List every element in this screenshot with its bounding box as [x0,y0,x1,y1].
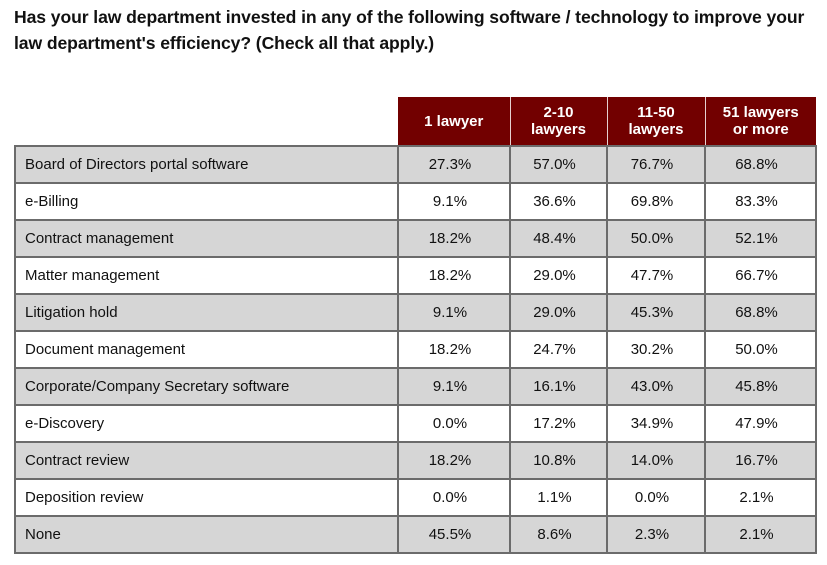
table-row: Deposition review 0.0% 1.1% 0.0% 2.1% [14,478,817,517]
cell-value: 43.0% [606,367,706,406]
chart-title: Has your law department invested in any … [14,7,805,53]
table-row: Matter management 18.2% 29.0% 47.7% 66.7% [14,256,817,295]
cell-value: 30.2% [606,330,706,369]
cell-value: 18.2% [397,256,511,295]
row-label: Litigation hold [14,293,399,332]
table-row: Litigation hold 9.1% 29.0% 45.3% 68.8% [14,293,817,332]
cell-value: 9.1% [397,293,511,332]
cell-value: 57.0% [509,145,608,184]
cell-value: 9.1% [397,367,511,406]
table-row: Board of Directors portal software 27.3% 5… [14,145,817,184]
cell-value: 45.8% [704,367,817,406]
table-row: None 45.5% 8.6% 2.3% 2.1% [14,515,817,554]
row-label: e-Billing [14,182,399,221]
cell-value: 2.1% [704,478,817,517]
cell-value: 29.0% [509,293,608,332]
cell-value: 47.7% [606,256,706,295]
row-label: Corporate/Company Secretary software [14,367,399,406]
row-label: Board of Directors portal software [14,145,399,184]
column-header-line2: lawyers [628,121,684,138]
cell-value: 68.8% [704,293,817,332]
cell-value: 8.6% [509,515,608,554]
cell-value: 17.2% [509,404,608,443]
table-row: Corporate/Company Secretary software 9.1%… [14,367,817,406]
header-row: 1 lawyer 2-10 lawyers 11-50 lawyers 51 l… [15,97,816,147]
column-header-line1: 1 lawyer [424,112,484,130]
column-header-line1: 2-10 [543,104,574,121]
cell-value: 2.3% [606,515,706,554]
row-label: Contract review [14,441,399,480]
cell-value: 45.3% [606,293,706,332]
column-header-1-lawyer: 1 lawyer [398,97,511,147]
column-header-11-50-lawyers: 11-50 lawyers [606,97,706,147]
cell-value: 68.8% [704,145,817,184]
cell-value: 0.0% [397,404,511,443]
table-body: Board of Directors portal software 27.3% 5… [14,145,817,554]
cell-value: 1.1% [509,478,608,517]
table-row: e-Billing 9.1% 36.6% 69.8% 83.3% [14,182,817,221]
cell-value: 2.1% [704,515,817,554]
table-row: Document management 18.2% 24.7% 30.2% 50.0% [14,330,817,369]
column-header-line2: or more [732,121,789,138]
column-header-51-lawyers-or-more: 51 lawyers or more [704,97,816,147]
cell-value: 9.1% [397,182,511,221]
cell-value: 48.4% [509,219,608,258]
cell-value: 16.1% [509,367,608,406]
header-blank-cell [15,97,398,147]
cell-value: 52.1% [704,219,817,258]
results-table: 1 lawyer 2-10 lawyers 11-50 lawyers 51 l… [14,97,817,554]
cell-value: 76.7% [606,145,706,184]
row-label: None [14,515,399,554]
cell-value: 16.7% [704,441,817,480]
column-header-line1: 11-50 [637,104,675,121]
row-label: Contract management [14,219,399,258]
cell-value: 34.9% [606,404,706,443]
table-row: e-Discovery 0.0% 17.2% 34.9% 47.9% [14,404,817,443]
cell-value: 29.0% [509,256,608,295]
cell-value: 18.2% [397,219,511,258]
cell-value: 50.0% [606,219,706,258]
row-label: e-Discovery [14,404,399,443]
cell-value: 10.8% [509,441,608,480]
row-label: Document management [14,330,399,369]
row-label: Matter management [14,256,399,295]
cell-value: 0.0% [397,478,511,517]
cell-value: 14.0% [606,441,706,480]
cell-value: 18.2% [397,330,511,369]
column-header-line2: lawyers [530,121,587,138]
cell-value: 36.6% [509,182,608,221]
cell-value: 0.0% [606,478,706,517]
cell-value: 69.8% [606,182,706,221]
table-row: Contract review 18.2% 10.8% 14.0% 16.7% [14,441,817,480]
column-header-line1: 51 lawyers [722,104,799,121]
cell-value: 27.3% [397,145,511,184]
cell-value: 24.7% [509,330,608,369]
cell-value: 18.2% [397,441,511,480]
cell-value: 83.3% [704,182,817,221]
cell-value: 45.5% [397,515,511,554]
cell-value: 47.9% [704,404,817,443]
row-label: Deposition review [14,478,399,517]
column-header-2-10-lawyers: 2-10 lawyers [509,97,608,147]
cell-value: 66.7% [704,256,817,295]
cell-value: 50.0% [704,330,817,369]
table-row: Contract management 18.2% 48.4% 50.0% 52.1% [14,219,817,258]
